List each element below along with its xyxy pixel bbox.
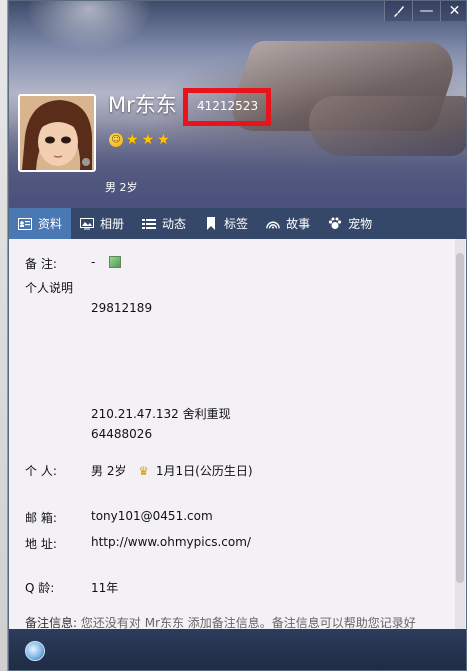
qq-level[interactable]: ☺ ★ ★ ★ — [109, 133, 170, 147]
tab-label: 资料 — [38, 217, 63, 231]
star-icon: ★ — [126, 132, 139, 148]
tab-label: 故事 — [286, 217, 311, 231]
tab-label: 宠物 — [348, 217, 373, 231]
profile-card-icon — [18, 217, 32, 231]
scrollbar-thumb[interactable] — [456, 253, 464, 583]
tab-label: 标签 — [224, 217, 249, 231]
tab-album[interactable]: 相册 — [71, 208, 133, 239]
birthday-value: 1月1日(公历生日) — [155, 464, 253, 478]
remark-info-text: 您还没有对 Mr东东 添加备注信息。备注信息可以帮助您记录好 — [80, 616, 416, 630]
profile-window: — ✕ Mr东东 41212523 ☺ ★ ★ ★ 男 2岁 资料 相册 动态 … — [8, 0, 467, 671]
intro-label: 个人说明 — [25, 281, 74, 295]
address-value[interactable]: http://www.ohmypics.com/ — [91, 535, 251, 549]
nickname: Mr东东 — [108, 93, 177, 117]
bookmark-icon — [204, 217, 218, 231]
email-value[interactable]: tony101@0451.com — [91, 509, 213, 523]
chat-icon[interactable] — [25, 641, 45, 661]
email-label: 邮 箱: — [25, 511, 57, 525]
tab-feed[interactable]: 动态 — [133, 208, 195, 239]
paintbrush-icon[interactable] — [384, 1, 412, 21]
address-label: 地 址: — [25, 537, 57, 551]
intro-line: 210.21.47.132 舍利重现 — [91, 407, 231, 421]
remark-value: - — [91, 255, 122, 269]
gender-age-value: 男 2岁 — [91, 464, 127, 478]
qage-label: Q 龄: — [25, 581, 55, 595]
minimize-button[interactable]: — — [412, 1, 440, 21]
pet-paw-icon — [328, 217, 342, 231]
sun-icon: ☺ — [109, 133, 123, 147]
gender-age: 男 2岁 — [105, 181, 138, 194]
tab-profile[interactable]: 资料 — [9, 208, 72, 239]
star-icon: ★ — [157, 132, 170, 148]
rainbow-icon — [266, 217, 280, 231]
tab-stories[interactable]: 故事 — [257, 208, 319, 239]
person-value: 男 2岁 ♛ 1月1日(公历生日) — [91, 462, 253, 479]
photo-album-icon — [80, 217, 95, 231]
remark-label: 备 注: — [25, 257, 57, 271]
qage-value: 11年 — [91, 581, 119, 595]
avatar[interactable] — [18, 94, 96, 172]
crown-icon: ♛ — [138, 464, 150, 478]
profile-details: 备 注: - 个人说明 29812189 210.21.47.132 舍利重现 … — [9, 239, 456, 630]
edit-remark-icon[interactable] — [109, 256, 122, 268]
tab-tags[interactable]: 标签 — [195, 208, 257, 239]
remark-value-text: - — [91, 255, 96, 269]
star-icon: ★ — [141, 132, 155, 148]
bottom-toolbar — [9, 629, 466, 670]
tab-label: 动态 — [162, 217, 187, 231]
person-label: 个 人: — [25, 464, 57, 478]
qq-number: 41212523 — [197, 99, 259, 113]
scrollbar[interactable] — [455, 239, 465, 629]
intro-line: 29812189 — [91, 301, 153, 315]
titlebar-buttons: — ✕ — [384, 1, 466, 21]
tab-bar: 资料 相册 动态 标签 故事 宠物 — [9, 208, 466, 239]
feed-list-icon — [142, 217, 157, 231]
intro-line: 64488026 — [91, 427, 153, 441]
tab-label: 相册 — [100, 217, 125, 231]
tab-pets[interactable]: 宠物 — [319, 208, 381, 239]
background-window-edge — [0, 0, 8, 671]
close-button[interactable]: ✕ — [440, 1, 466, 21]
profile-banner: — ✕ Mr东东 41212523 ☺ ★ ★ ★ 男 2岁 — [9, 1, 466, 208]
remark-info-label: 备注信息: — [25, 616, 78, 630]
